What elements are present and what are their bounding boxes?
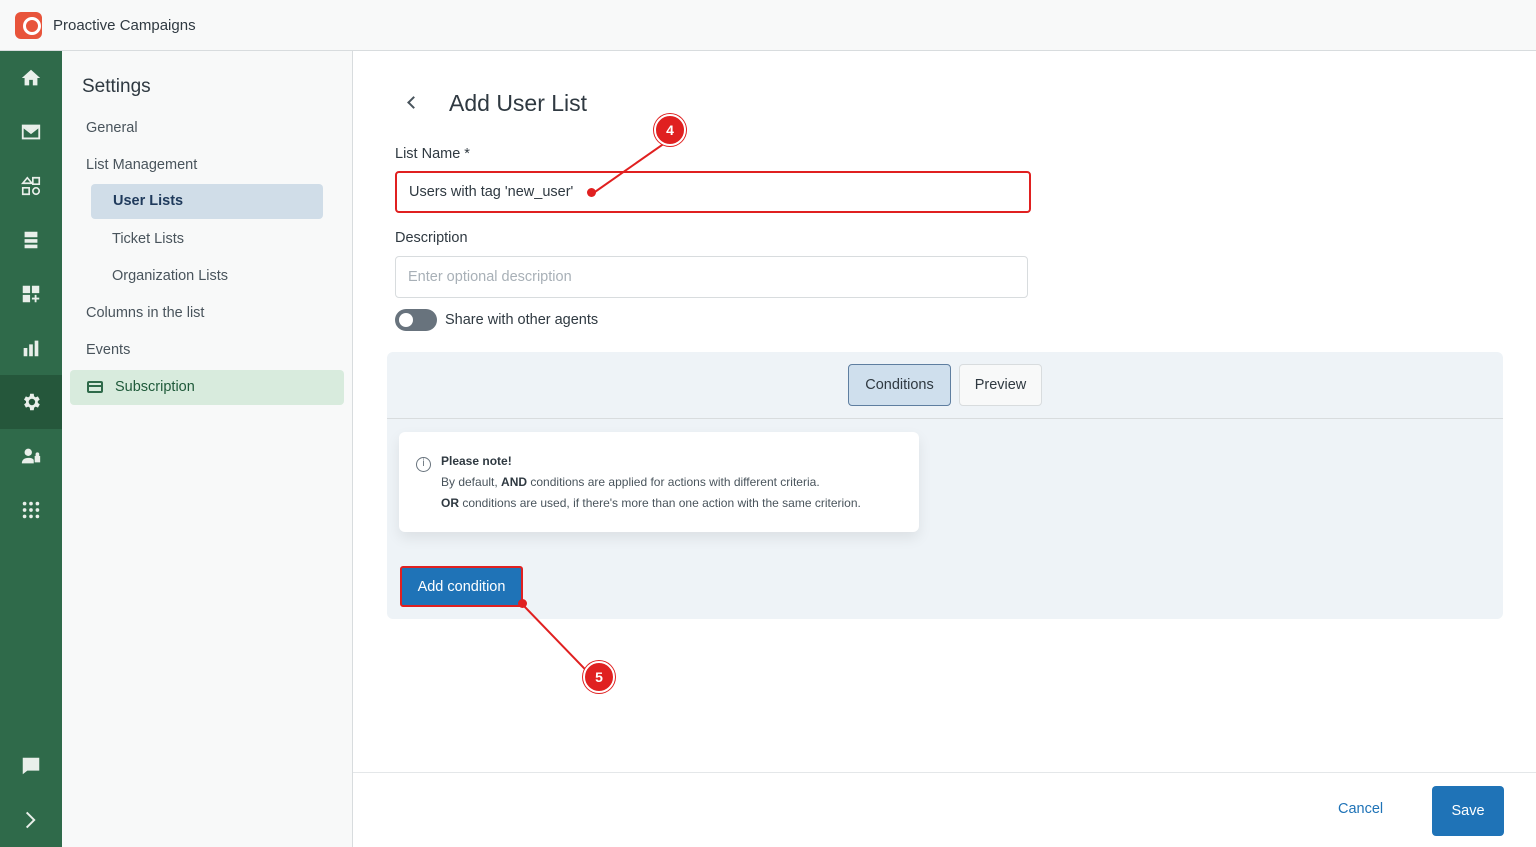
- app-title: Proactive Campaigns: [53, 17, 196, 34]
- sidebar-title: Settings: [82, 76, 151, 97]
- description-input[interactable]: [395, 256, 1028, 298]
- note-line-2: OR conditions are used, if there's more …: [441, 496, 861, 510]
- app-logo-icon: [15, 12, 42, 39]
- description-label: Description: [395, 230, 468, 246]
- note-title: Please note!: [441, 454, 512, 468]
- main-content: Add User List List Name * Description Sh…: [353, 51, 1536, 847]
- sidebar-item-ticket-lists[interactable]: Ticket Lists: [112, 231, 184, 247]
- share-toggle-label: Share with other agents: [445, 312, 599, 328]
- gear-icon[interactable]: [0, 375, 62, 429]
- bar-chart-icon[interactable]: [0, 321, 62, 375]
- divider: [387, 418, 1503, 419]
- save-button[interactable]: Save: [1432, 786, 1504, 836]
- list-name-label: List Name *: [395, 146, 470, 162]
- sidebar-item-list-management[interactable]: List Management: [86, 157, 197, 173]
- nav-rail: [0, 51, 62, 847]
- info-icon: i: [416, 457, 431, 472]
- sidebar-item-user-lists[interactable]: User Lists: [91, 184, 323, 219]
- ticket-list-icon[interactable]: [0, 213, 62, 267]
- page-title: Add User List: [449, 90, 588, 116]
- sidebar-item-organization-lists[interactable]: Organization Lists: [112, 268, 228, 284]
- back-chevron-icon[interactable]: [403, 93, 423, 113]
- sidebar-item-columns[interactable]: Columns in the list: [86, 305, 204, 321]
- chat-icon[interactable]: [0, 739, 62, 793]
- shapes-icon[interactable]: [0, 159, 62, 213]
- list-name-input[interactable]: [395, 171, 1031, 213]
- widgets-icon[interactable]: [0, 267, 62, 321]
- annotation-badge-5: 5: [583, 661, 615, 693]
- top-bar: Proactive Campaigns: [0, 0, 1536, 51]
- sidebar-item-label: Subscription: [115, 379, 195, 395]
- add-condition-button[interactable]: Add condition: [400, 566, 523, 607]
- annotation-dot-4: [587, 188, 596, 197]
- credit-card-icon: [87, 381, 103, 393]
- sidebar-item-subscription[interactable]: Subscription: [70, 370, 344, 405]
- note-line-1: By default, AND conditions are applied f…: [441, 475, 820, 489]
- sidebar-item-general[interactable]: General: [86, 120, 138, 136]
- chevron-right-icon[interactable]: [0, 793, 62, 847]
- annotation-dot-5: [518, 599, 527, 608]
- tab-conditions[interactable]: Conditions: [848, 364, 951, 406]
- home-icon[interactable]: [0, 51, 62, 105]
- settings-sidebar: Settings General List Management User Li…: [62, 51, 353, 847]
- tab-preview[interactable]: Preview: [959, 364, 1042, 406]
- apps-grid-icon[interactable]: [0, 483, 62, 537]
- note-card: i Please note! By default, AND condition…: [399, 432, 919, 532]
- mail-icon[interactable]: [0, 105, 62, 159]
- cancel-button[interactable]: Cancel: [1338, 801, 1383, 817]
- conditions-panel: Conditions Preview i Please note! By def…: [387, 352, 1503, 619]
- users-lock-icon[interactable]: [0, 429, 62, 483]
- sidebar-item-label: User Lists: [113, 193, 184, 209]
- share-toggle[interactable]: [395, 309, 437, 331]
- footer-bar: Cancel Save: [353, 772, 1536, 847]
- annotation-badge-4: 4: [654, 114, 686, 146]
- sidebar-item-events[interactable]: Events: [86, 342, 130, 358]
